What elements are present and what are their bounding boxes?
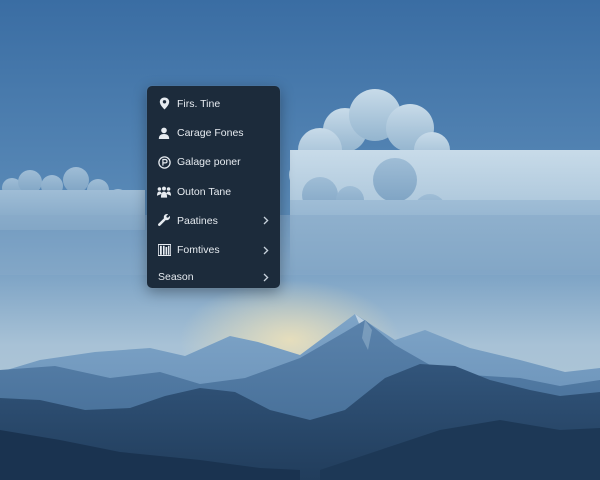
menu-item-label: Galage poner	[177, 156, 241, 169]
people-icon	[157, 185, 171, 199]
context-menu: Firs. Tine Carage Fones Galage poner Out…	[147, 86, 280, 288]
menu-item-paatines[interactable]: Paatines	[147, 206, 280, 235]
menu-item-carage-fones[interactable]: Carage Fones	[147, 118, 280, 147]
menu-item-label: Paatines	[177, 214, 218, 227]
books-icon	[157, 243, 171, 257]
wrench-icon	[157, 214, 171, 228]
menu-item-galage-poner[interactable]: Galage poner	[147, 148, 280, 177]
menu-item-label: Firs. Tine	[177, 97, 221, 110]
menu-item-firs-tine[interactable]: Firs. Tine	[147, 89, 280, 118]
chevron-right-icon	[262, 216, 270, 226]
chevron-right-icon	[262, 272, 270, 282]
menu-item-fomtives[interactable]: Fomtives	[147, 235, 280, 264]
mountain-wallpaper	[0, 0, 600, 480]
user-icon	[157, 126, 171, 140]
menu-item-label: Outon Tane	[177, 185, 232, 198]
map-pin-icon	[157, 97, 171, 111]
menu-item-season[interactable]: Season	[147, 265, 280, 290]
menu-item-label: Season	[158, 271, 194, 284]
menu-item-label: Carage Fones	[177, 126, 244, 139]
menu-item-label: Fomtives	[177, 244, 220, 257]
desktop[interactable]: Firs. Tine Carage Fones Galage poner Out…	[0, 0, 600, 480]
chevron-right-icon	[262, 245, 270, 255]
menu-item-outon-tane[interactable]: Outon Tane	[147, 177, 280, 206]
p-circle-icon	[157, 155, 171, 169]
